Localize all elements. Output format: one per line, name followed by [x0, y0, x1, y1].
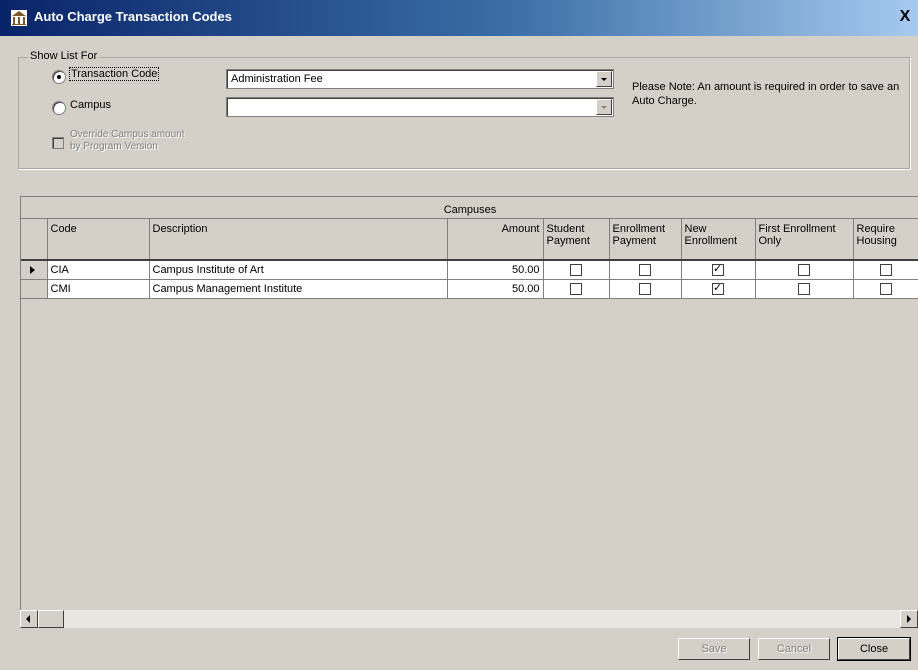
column-header-code[interactable]: Code	[47, 219, 150, 261]
amount-required-note: Please Note: An amount is required in or…	[632, 81, 900, 107]
building-icon	[11, 10, 27, 26]
campuses-grid: Campuses Code Description Amount Student…	[20, 196, 918, 611]
cell-amount[interactable]: 50.00	[447, 279, 544, 299]
campus-select[interactable]	[226, 97, 614, 117]
column-header-first-enrollment-only[interactable]: First Enrollment Only	[755, 219, 854, 261]
current-row-indicator[interactable]	[21, 260, 48, 280]
cell-description[interactable]: Campus Management Institute	[149, 279, 448, 299]
table-row[interactable]: CMI Campus Management Institute 50.00	[21, 279, 918, 299]
transaction-code-value: Administration Fee	[231, 73, 323, 85]
row-pointer-icon	[30, 266, 35, 274]
override-campus-label: Override Campus amount by Program Versio…	[70, 129, 185, 152]
scrollbar-thumb[interactable]	[38, 610, 64, 628]
group-legend: Show List For	[28, 50, 100, 62]
save-button[interactable]: Save	[678, 638, 750, 660]
close-icon[interactable]: X	[896, 8, 914, 26]
campus-label[interactable]: Campus	[70, 99, 111, 111]
table-header-row: Code Description Amount Student Payment E…	[21, 219, 918, 261]
require-housing-checkbox[interactable]	[880, 282, 892, 295]
campuses-table: Code Description Amount Student Payment E…	[21, 219, 918, 299]
table-row[interactable]: CIA Campus Institute of Art 50.00	[21, 260, 918, 280]
row-indicator-header	[21, 219, 48, 261]
column-header-require-housing[interactable]: Require Housing	[853, 219, 918, 261]
transaction-code-select[interactable]: Administration Fee	[226, 69, 614, 89]
horizontal-scrollbar[interactable]	[20, 610, 918, 628]
first-enrollment-only-checkbox[interactable]	[798, 282, 810, 295]
cell-code[interactable]: CIA	[47, 260, 150, 280]
require-housing-checkbox[interactable]	[880, 263, 892, 276]
window-title: Auto Charge Transaction Codes	[34, 9, 232, 24]
transaction-code-radio[interactable]	[52, 70, 66, 84]
column-header-student-payment[interactable]: Student Payment	[543, 219, 610, 261]
chevron-down-icon[interactable]	[596, 99, 612, 115]
override-campus-checkbox[interactable]	[52, 137, 64, 149]
student-payment-checkbox[interactable]	[570, 263, 582, 276]
chevron-down-icon[interactable]	[596, 71, 612, 87]
column-header-amount[interactable]: Amount	[447, 219, 544, 261]
scroll-left-icon[interactable]	[20, 610, 38, 628]
column-header-enrollment-payment[interactable]: Enrollment Payment	[609, 219, 682, 261]
first-enrollment-only-checkbox[interactable]	[798, 263, 810, 276]
column-header-description[interactable]: Description	[149, 219, 448, 261]
column-header-new-enrollment[interactable]: New Enrollment	[681, 219, 756, 261]
cell-description[interactable]: Campus Institute of Art	[149, 260, 448, 280]
new-enrollment-checkbox[interactable]	[712, 262, 724, 276]
enrollment-payment-checkbox[interactable]	[639, 282, 651, 295]
campus-radio[interactable]	[52, 101, 66, 115]
transaction-code-label[interactable]: Transaction Code	[68, 67, 160, 81]
enrollment-payment-checkbox[interactable]	[639, 263, 651, 276]
close-button[interactable]: Close	[837, 637, 911, 661]
grid-caption: Campuses	[21, 197, 918, 219]
new-enrollment-checkbox[interactable]	[712, 281, 724, 295]
student-payment-checkbox[interactable]	[570, 282, 582, 295]
scroll-right-icon[interactable]	[900, 610, 918, 628]
cell-code[interactable]: CMI	[47, 279, 150, 299]
cancel-button[interactable]: Cancel	[758, 638, 830, 660]
title-bar: Auto Charge Transaction Codes X	[0, 0, 918, 36]
cell-amount[interactable]: 50.00	[447, 260, 544, 280]
row-indicator[interactable]	[21, 279, 48, 299]
